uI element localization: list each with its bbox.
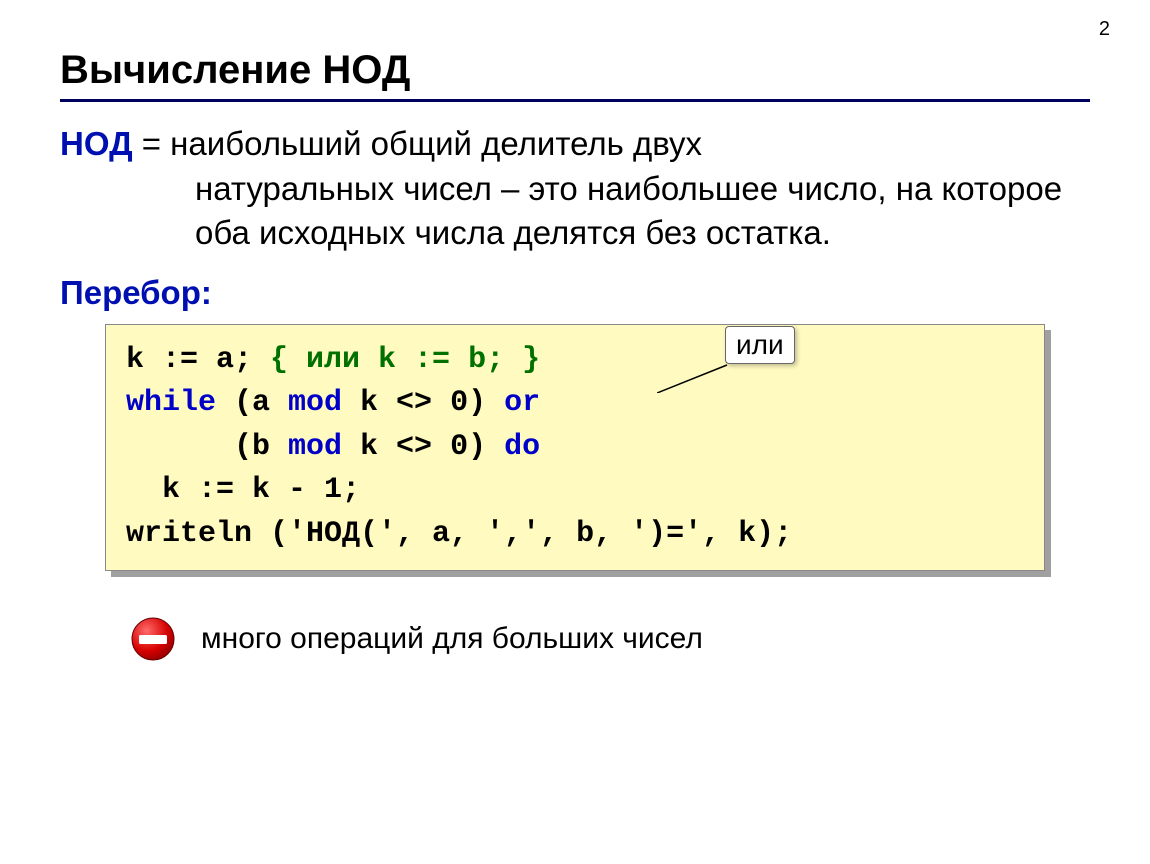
code-l1-comment: { или k := b; } <box>270 343 540 377</box>
note-text: много операций для больших чисел <box>201 622 703 656</box>
page-number: 2 <box>1099 18 1110 41</box>
code-l3a: (b <box>126 430 288 464</box>
code-content: k := a; { или k := b; } while (a mod k <… <box>105 324 1045 572</box>
code-kw-do: do <box>504 430 540 464</box>
code-l3c: k <> 0) <box>342 430 504 464</box>
code-l5: writeln ('НОД(', a, ',', b, ')=', k); <box>126 517 792 551</box>
code-kw-or: or <box>504 386 540 420</box>
no-entry-icon <box>130 616 176 662</box>
code-block: k := a; { или k := b; } while (a mod k <… <box>105 324 1045 572</box>
code-l2b: (a <box>216 386 288 420</box>
code-kw-mod2: mod <box>288 430 342 464</box>
definition-term: НОД <box>60 125 133 162</box>
section-label: Перебор: <box>60 274 1090 312</box>
code-l1a: k := a; <box>126 343 270 377</box>
definition-block: НОД = наибольший общий делитель двух нат… <box>60 122 1090 256</box>
code-l2d: k <> 0) <box>342 386 504 420</box>
definition-line1: = наибольший общий делитель двух <box>133 125 702 162</box>
slide: Вычисление НОД НОД = наибольший общий де… <box>0 0 1150 662</box>
callout-bubble: или <box>725 326 795 364</box>
code-l4: k := k - 1; <box>126 473 360 507</box>
note-row: много операций для больших чисел <box>130 616 1090 662</box>
code-kw-mod1: mod <box>288 386 342 420</box>
definition-continuation: натуральных чисел – это наибольшее число… <box>60 167 1090 256</box>
slide-title: Вычисление НОД <box>60 48 1090 102</box>
code-kw-while: while <box>126 386 216 420</box>
